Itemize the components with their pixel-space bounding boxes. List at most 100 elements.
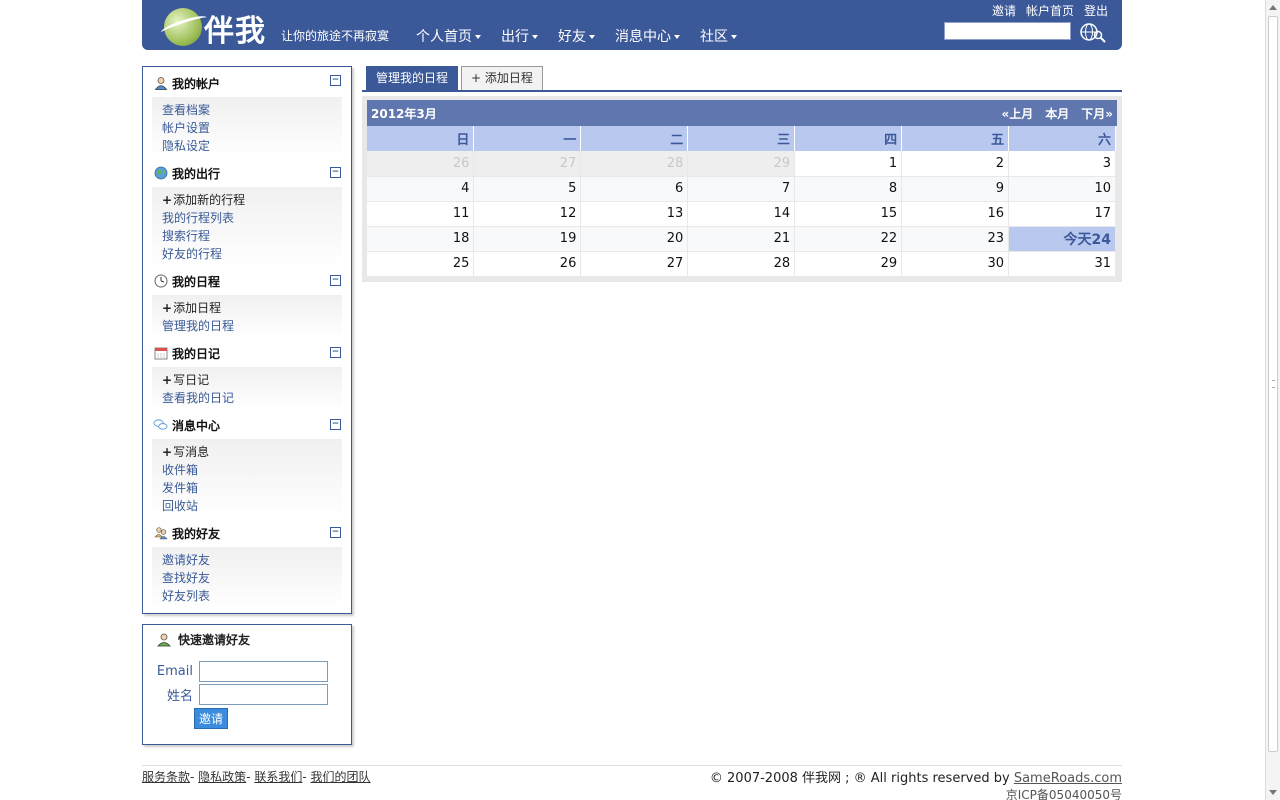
calendar-day-cell[interactable]: 12 [473, 201, 582, 227]
calendar-day-cell[interactable]: 4 [367, 176, 475, 202]
calendar-day-cell[interactable]: 22 [794, 226, 903, 252]
prev-month-link[interactable]: «上月 [1001, 105, 1033, 122]
sameroads-link[interactable]: SameRoads.com [1014, 771, 1122, 786]
tab-add-schedule[interactable]: + 添加日程 [461, 66, 543, 90]
username-link[interactable]: admin [937, 2, 982, 19]
search-globe-icon[interactable] [1078, 22, 1108, 44]
sidebar-link-friend-trips[interactable]: 好友的行程 [162, 245, 342, 263]
scroll-thumb[interactable] [1268, 16, 1278, 752]
sidebar-link-manage-schedule[interactable]: 管理我的日程 [162, 317, 342, 335]
sidebar-link-friend-list[interactable]: 好友列表 [162, 587, 342, 605]
calendar-day-cell[interactable]: 13 [580, 201, 689, 227]
calendar-day-cell[interactable]: 2 [901, 151, 1010, 177]
nav-item-messages[interactable]: 消息中心 [615, 26, 680, 46]
calendar-day-cell[interactable]: 27 [473, 151, 582, 177]
calendar-day-cell[interactable]: 8 [794, 176, 903, 202]
calendar-day-cell[interactable]: 3 [1008, 151, 1116, 177]
sidebar-link-privacy[interactable]: 隐私设定 [162, 137, 342, 155]
collapse-icon[interactable]: − [330, 75, 341, 86]
calendar-day-cell[interactable]: 10 [1008, 176, 1116, 202]
scroll-up-arrow-icon[interactable] [1269, 5, 1277, 10]
footer-link-terms[interactable]: 服务条款 [142, 770, 190, 784]
calendar-day-cell[interactable]: 19 [473, 226, 582, 252]
calendar-day-cell[interactable]: 26 [367, 151, 475, 177]
sidebar-link-invite-friends[interactable]: 邀请好友 [162, 551, 342, 569]
sidebar-link-write-message[interactable]: 写消息 [162, 443, 342, 461]
calendar-day-cell[interactable]: 29 [687, 151, 796, 177]
nav-label: 消息中心 [615, 29, 671, 45]
nav-label: 个人首页 [416, 29, 472, 45]
nav-item-home[interactable]: 个人首页 [416, 26, 481, 46]
footer-link-contact[interactable]: 联系我们 [254, 770, 302, 784]
search-input[interactable] [944, 22, 1071, 40]
calendar-day-cell[interactable]: 14 [687, 201, 796, 227]
sidebar-link-view-profile[interactable]: 查看档案 [162, 101, 342, 119]
calendar-day-cell[interactable]: 21 [687, 226, 796, 252]
section-links: 邀请好友 查找好友 好友列表 [152, 547, 342, 609]
sidebar-link-add-trip[interactable]: 添加新的行程 [162, 191, 342, 209]
sidebar-link-account-settings[interactable]: 帐户设置 [162, 119, 342, 137]
weekday-header: 一 [473, 126, 582, 151]
section-header: 我的出行 − [143, 159, 351, 187]
calendar-day-cell[interactable]: 25 [367, 251, 475, 277]
sidebar-link-view-diary[interactable]: 查看我的日记 [162, 389, 342, 407]
sidebar-link-search-trips[interactable]: 搜索行程 [162, 227, 342, 245]
footer-link-team[interactable]: 我们的团队 [311, 770, 371, 784]
calendar-day-cell[interactable]: 23 [901, 226, 1010, 252]
sidebar-link-trash[interactable]: 回收站 [162, 497, 342, 515]
collapse-icon[interactable]: − [330, 347, 341, 358]
nav-item-travel[interactable]: 出行 [501, 26, 538, 46]
sidebar-link-outbox[interactable]: 发件箱 [162, 479, 342, 497]
nav-label: 出行 [501, 29, 529, 45]
calendar-day-cell[interactable]: 28 [687, 251, 796, 277]
calendar-day-cell[interactable]: 17 [1008, 201, 1116, 227]
nav-item-friends[interactable]: 好友 [558, 26, 595, 46]
calendar-day-cell[interactable]: 20 [580, 226, 689, 252]
collapse-icon[interactable]: − [330, 419, 341, 430]
calendar-day-cell[interactable]: 28 [580, 151, 689, 177]
calendar-day-cell[interactable]: 15 [794, 201, 903, 227]
sidebar-link-inbox[interactable]: 收件箱 [162, 461, 342, 479]
calendar-header: 2012年3月 «上月 本月 下月» [367, 100, 1117, 126]
globe-icon [153, 166, 168, 181]
footer-divider [142, 765, 1122, 766]
site-slogan: 让你的旅途不再寂寞 [281, 29, 390, 43]
invite-link[interactable]: 邀请 [992, 2, 1016, 19]
calendar-day-cell[interactable]: 29 [794, 251, 903, 277]
collapse-icon[interactable]: − [330, 167, 341, 178]
footer-link-privacy[interactable]: 隐私政策 [198, 770, 246, 784]
calendar-day-cell[interactable]: 26 [473, 251, 582, 277]
collapse-icon[interactable]: − [330, 275, 341, 286]
calendar-day-cell[interactable]: 16 [901, 201, 1010, 227]
site-logo[interactable]: 伴我 [159, 4, 274, 49]
collapse-icon[interactable]: − [330, 527, 341, 538]
sidebar-link-write-diary[interactable]: 写日记 [162, 371, 342, 389]
sidebar-link-add-schedule[interactable]: 添加日程 [162, 299, 342, 317]
section-title: 我的日程 [172, 274, 221, 289]
this-month-link[interactable]: 本月 [1045, 105, 1069, 122]
invite-submit-button[interactable]: 邀请 [194, 708, 229, 729]
calendar-day-cell[interactable]: 11 [367, 201, 475, 227]
calendar-day-cell[interactable]: 7 [687, 176, 796, 202]
account-home-link[interactable]: 帐户首页 [1026, 2, 1074, 19]
calendar-today-cell[interactable]: 今天24 [1008, 226, 1116, 252]
invite-email-field[interactable] [199, 661, 328, 682]
sidebar-link-find-friends[interactable]: 查找好友 [162, 569, 342, 587]
calendar-day-cell[interactable]: 5 [473, 176, 582, 202]
calendar-day-cell[interactable]: 9 [901, 176, 1010, 202]
calendar-day-cell[interactable]: 30 [901, 251, 1010, 277]
calendar-day-cell[interactable]: 6 [580, 176, 689, 202]
vertical-scrollbar[interactable] [1265, 0, 1280, 800]
sidebar-link-trip-list[interactable]: 我的行程列表 [162, 209, 342, 227]
calendar-day-cell[interactable]: 27 [580, 251, 689, 277]
calendar-day-cell[interactable]: 1 [794, 151, 903, 177]
scroll-down-arrow-icon[interactable] [1269, 790, 1277, 795]
calendar-day-cell[interactable]: 18 [367, 226, 475, 252]
invite-name-field[interactable] [199, 684, 328, 705]
section-header: 我的好友 − [143, 519, 351, 547]
tab-manage-schedule[interactable]: 管理我的日程 [366, 66, 459, 90]
calendar-day-cell[interactable]: 31 [1008, 251, 1116, 277]
nav-item-community[interactable]: 社区 [700, 26, 737, 46]
logout-link[interactable]: 登出 [1084, 2, 1108, 19]
next-month-link[interactable]: 下月» [1081, 105, 1113, 122]
